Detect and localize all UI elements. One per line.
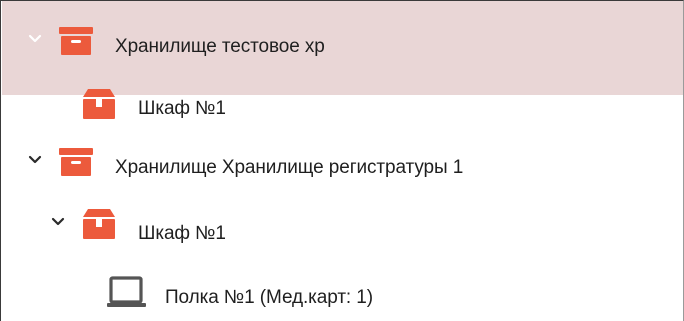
storage-box-icon xyxy=(59,27,93,55)
tree-node-storage-test[interactable]: Хранилище тестовое хр xyxy=(2,1,683,95)
cabinet-icon xyxy=(83,89,115,119)
tree-node-cabinet-1[interactable]: Шкаф №1 xyxy=(2,89,683,149)
chevron-down-icon[interactable] xyxy=(27,31,43,47)
tree-node-label: Полка №1 (Мед.карт: 1) xyxy=(165,287,373,308)
cabinet-icon xyxy=(83,209,115,239)
tree-node-storage-registry[interactable]: Хранилище Хранилище регистратуры 1 xyxy=(2,148,683,193)
tree-node-shelf-1[interactable]: Полка №1 (Мед.карт: 1) xyxy=(2,269,683,321)
shelf-laptop-icon xyxy=(107,276,146,307)
chevron-down-icon[interactable] xyxy=(27,152,43,168)
storage-tree-panel: Хранилище тестовое хр Шкаф №1 Хранилище … xyxy=(0,0,684,321)
tree-node-label: Хранилище тестовое хр xyxy=(115,36,325,57)
tree-node-cabinet-2[interactable]: Шкаф №1 xyxy=(2,209,683,259)
chevron-down-icon[interactable] xyxy=(50,214,66,230)
tree-node-label: Шкаф №1 xyxy=(138,98,226,119)
tree-node-label: Хранилище Хранилище регистратуры 1 xyxy=(115,157,464,178)
tree-node-label: Шкаф №1 xyxy=(138,223,226,244)
storage-box-icon xyxy=(59,148,93,176)
